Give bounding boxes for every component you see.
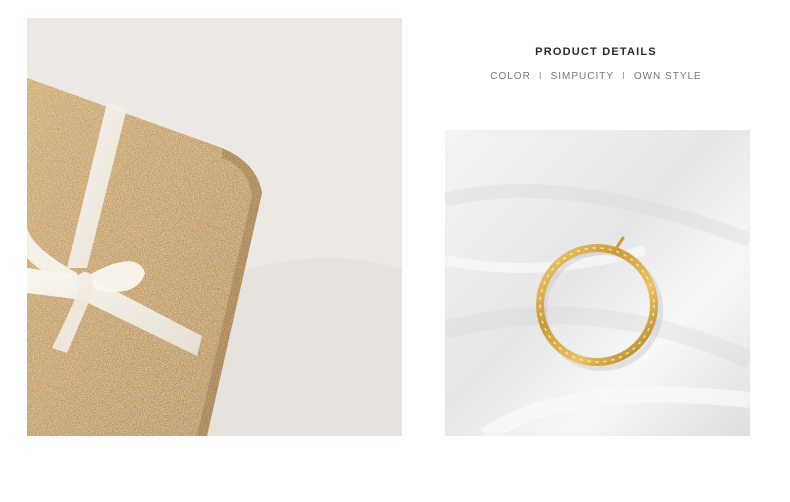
tag-own-style: OWN STYLE bbox=[633, 71, 702, 82]
tag-simplicity: SIMPUCITY bbox=[550, 71, 615, 82]
product-tags: COLOR I SIMPUCITY I OWN STYLE bbox=[470, 71, 722, 82]
tag-separator: I bbox=[622, 71, 626, 82]
product-details-title: PRODUCT DETAILS bbox=[535, 46, 657, 58]
hoop-earring-photo bbox=[445, 130, 750, 436]
gift-box-illustration bbox=[27, 18, 402, 436]
gift-box-photo bbox=[27, 18, 402, 436]
tag-color: COLOR bbox=[490, 71, 531, 82]
tag-separator: I bbox=[538, 71, 543, 82]
hoop-earring-illustration bbox=[445, 130, 750, 436]
